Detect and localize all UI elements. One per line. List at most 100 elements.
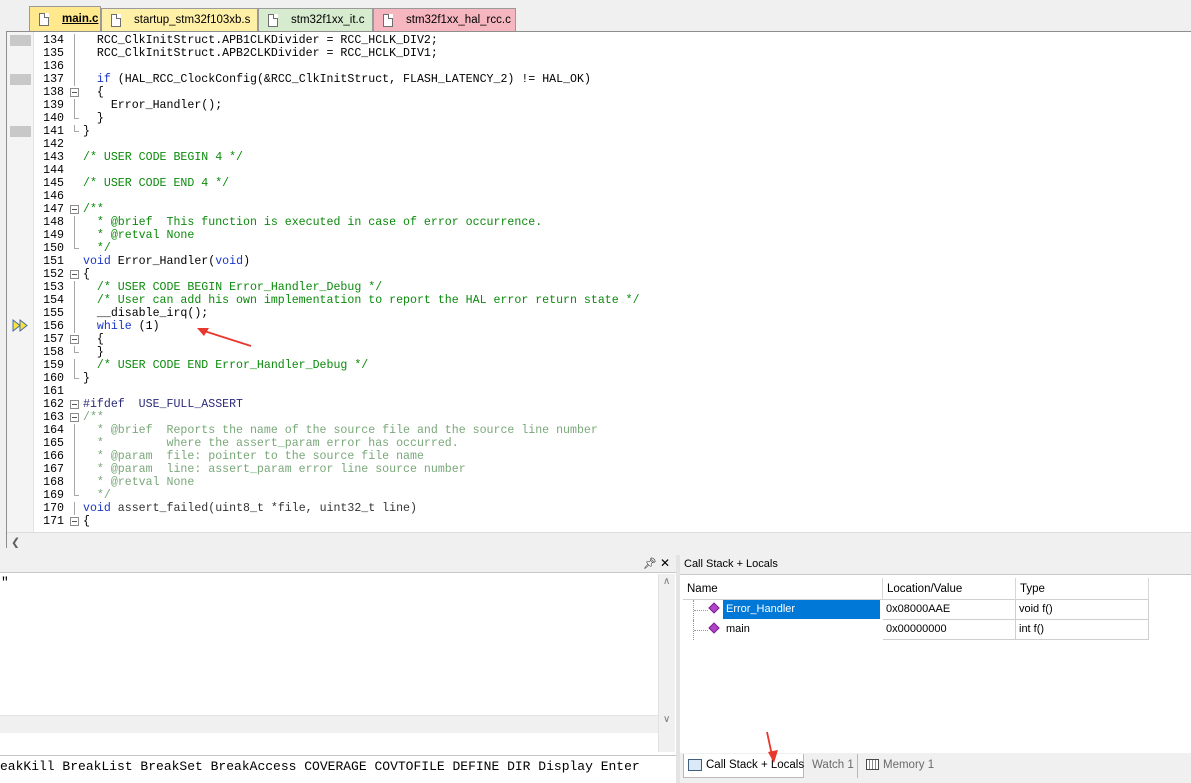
editor-horizontal-scrollbar[interactable]: ❮ bbox=[7, 532, 1191, 548]
code-text: while (1) bbox=[96, 320, 160, 333]
frame-name: main bbox=[726, 623, 750, 635]
code-text: /* USER CODE END Error_Handler_Debug */ bbox=[83, 359, 369, 372]
tab-label: stm32f1xx_it.c bbox=[291, 14, 365, 26]
fold-toggle[interactable] bbox=[70, 270, 79, 279]
location-cell: 0x08000AAE bbox=[883, 600, 1016, 620]
line-number: 161 bbox=[43, 385, 64, 398]
fold-toggle[interactable] bbox=[70, 205, 79, 214]
code-line: 147 /** bbox=[34, 203, 1191, 216]
line-number: 168 bbox=[43, 476, 64, 489]
fold-toggle[interactable] bbox=[70, 88, 79, 97]
line-number: 142 bbox=[43, 138, 64, 151]
call-stack-table: Name Location/Value Type Error_Handler 0… bbox=[683, 578, 1149, 640]
tab-it-c[interactable]: stm32f1xx_it.c bbox=[258, 8, 373, 31]
tab-label: main.c bbox=[62, 13, 99, 25]
tab-label: Call Stack + Locals bbox=[706, 759, 805, 771]
tab-call-stack[interactable]: Call Stack + Locals bbox=[683, 754, 804, 778]
code-line: 163 /** bbox=[34, 411, 1191, 424]
code-line-current: 156 while (1) bbox=[34, 320, 1191, 333]
line-number: 167 bbox=[43, 463, 64, 476]
tab-memory[interactable]: Memory 1 bbox=[865, 754, 945, 778]
code-text: RCC_ClkInitStruct.APB2CLKDivider = RCC_H… bbox=[83, 47, 438, 60]
tab-main-c[interactable]: main.c bbox=[29, 6, 101, 31]
location-cell: 0x00000000 bbox=[883, 620, 1016, 640]
code-text: */ bbox=[83, 489, 111, 502]
tab-startup-s[interactable]: startup_stm32f103xb.s bbox=[101, 8, 258, 31]
code-text: /* USER CODE END 4 */ bbox=[83, 177, 230, 190]
command-window-header: 📌︎ ✕ bbox=[0, 555, 676, 573]
file-icon bbox=[268, 13, 278, 27]
code-line: 137 if (HAL_RCC_ClockConfig(&RCC_ClkInit… bbox=[34, 73, 1191, 86]
code-text: { bbox=[83, 268, 90, 281]
panel-title: Call Stack + Locals bbox=[680, 555, 1191, 575]
scroll-up-icon[interactable]: ∧ bbox=[663, 576, 670, 587]
code-text: } bbox=[83, 346, 104, 359]
breakpoint-gutter[interactable] bbox=[7, 32, 34, 532]
line-number: 159 bbox=[43, 359, 64, 372]
line-number: 169 bbox=[43, 489, 64, 502]
code-line: 150 */ bbox=[34, 242, 1191, 255]
editor-tab-bar: main.c startup_stm32f103xb.s stm32f1xx_i… bbox=[0, 0, 1191, 31]
column-header-name[interactable]: Name bbox=[683, 578, 883, 600]
command-input-hint[interactable]: eakKill BreakList BreakSet BreakAccess C… bbox=[0, 755, 676, 783]
fold-toggle[interactable] bbox=[70, 413, 79, 422]
line-number: 135 bbox=[43, 47, 64, 60]
code-text: * @brief This function is executed in ca… bbox=[83, 216, 543, 229]
line-number: 166 bbox=[43, 450, 64, 463]
call-stack-icon bbox=[688, 759, 702, 771]
line-number: 141 bbox=[43, 125, 64, 138]
code-text: Error_Handler(); bbox=[83, 99, 223, 112]
line-number: 170 bbox=[43, 502, 64, 515]
code-text: /* USER CODE BEGIN Error_Handler_Debug *… bbox=[83, 281, 383, 294]
name-cell: main bbox=[683, 620, 883, 640]
close-icon[interactable]: ✕ bbox=[660, 556, 670, 570]
code-line: 146 bbox=[34, 190, 1191, 203]
line-number: 152 bbox=[43, 268, 64, 281]
line-number: 138 bbox=[43, 86, 64, 99]
code-text: if (HAL_RCC_ClockConfig(&RCC_ClkInitStru… bbox=[96, 73, 591, 86]
code-line: 144 bbox=[34, 164, 1191, 177]
table-row[interactable]: main 0x00000000 int f() bbox=[683, 620, 1149, 640]
code-line: 169 */ bbox=[34, 489, 1191, 502]
line-number: 163 bbox=[43, 411, 64, 424]
tab-watch[interactable]: Watch 1 bbox=[808, 754, 858, 778]
file-readonly-icon bbox=[383, 13, 393, 27]
code-line: 136 bbox=[34, 60, 1191, 73]
line-number: 146 bbox=[43, 190, 64, 203]
scroll-down-icon[interactable]: ∨ bbox=[663, 714, 670, 725]
code-line-marker bbox=[10, 74, 31, 85]
line-number: 154 bbox=[43, 294, 64, 307]
fold-toggle[interactable] bbox=[70, 335, 79, 344]
fold-toggle[interactable] bbox=[70, 517, 79, 526]
code-editor[interactable]: 134 RCC_ClkInitStruct.APB1CLKDivider = R… bbox=[6, 31, 1191, 548]
column-header-type[interactable]: Type bbox=[1016, 578, 1149, 600]
line-number: 165 bbox=[43, 437, 64, 450]
column-header-location[interactable]: Location/Value bbox=[883, 578, 1016, 600]
command-window: 📌︎ ✕ " ∧ ∨ bbox=[0, 555, 676, 755]
code-text: * @retval None bbox=[83, 476, 195, 489]
scroll-left-icon[interactable]: ❮ bbox=[11, 536, 20, 548]
code-line: 134 RCC_ClkInitStruct.APB1CLKDivider = R… bbox=[34, 34, 1191, 47]
code-line: 154 /* User can add his own implementati… bbox=[34, 294, 1191, 307]
code-text: /* User can add his own implementation t… bbox=[83, 294, 640, 307]
command-horizontal-scrollbar[interactable] bbox=[0, 715, 658, 733]
debug-panel-tabs: Call Stack + Locals Watch 1 Memory 1 bbox=[680, 753, 1191, 783]
table-row[interactable]: Error_Handler 0x08000AAE void f() bbox=[683, 600, 1149, 620]
pin-icon[interactable]: 📌︎ bbox=[643, 557, 657, 570]
execution-arrow-icon bbox=[12, 319, 28, 332]
code-text: * @param line: assert_param error line s… bbox=[83, 463, 466, 476]
code-line: 158 } bbox=[34, 346, 1191, 359]
line-number: 162 bbox=[43, 398, 64, 411]
code-area[interactable]: 134 RCC_ClkInitStruct.APB1CLKDivider = R… bbox=[34, 34, 1191, 528]
line-number: 148 bbox=[43, 216, 64, 229]
command-vertical-scrollbar[interactable]: ∧ ∨ bbox=[658, 574, 675, 752]
fold-toggle[interactable] bbox=[70, 400, 79, 409]
line-number: 139 bbox=[43, 99, 64, 112]
code-text: void Error_Handler(void) bbox=[83, 255, 251, 268]
tab-hal-rcc-c[interactable]: stm32f1xx_hal_rcc.c bbox=[373, 8, 516, 31]
code-text: * @param file: pointer to the source fil… bbox=[83, 450, 424, 463]
code-text: RCC_ClkInitStruct.APB1CLKDivider = RCC_H… bbox=[83, 34, 438, 47]
line-number: 158 bbox=[43, 346, 64, 359]
code-line: 165 * where the assert_param error has o… bbox=[34, 437, 1191, 450]
code-line: 142 bbox=[34, 138, 1191, 151]
